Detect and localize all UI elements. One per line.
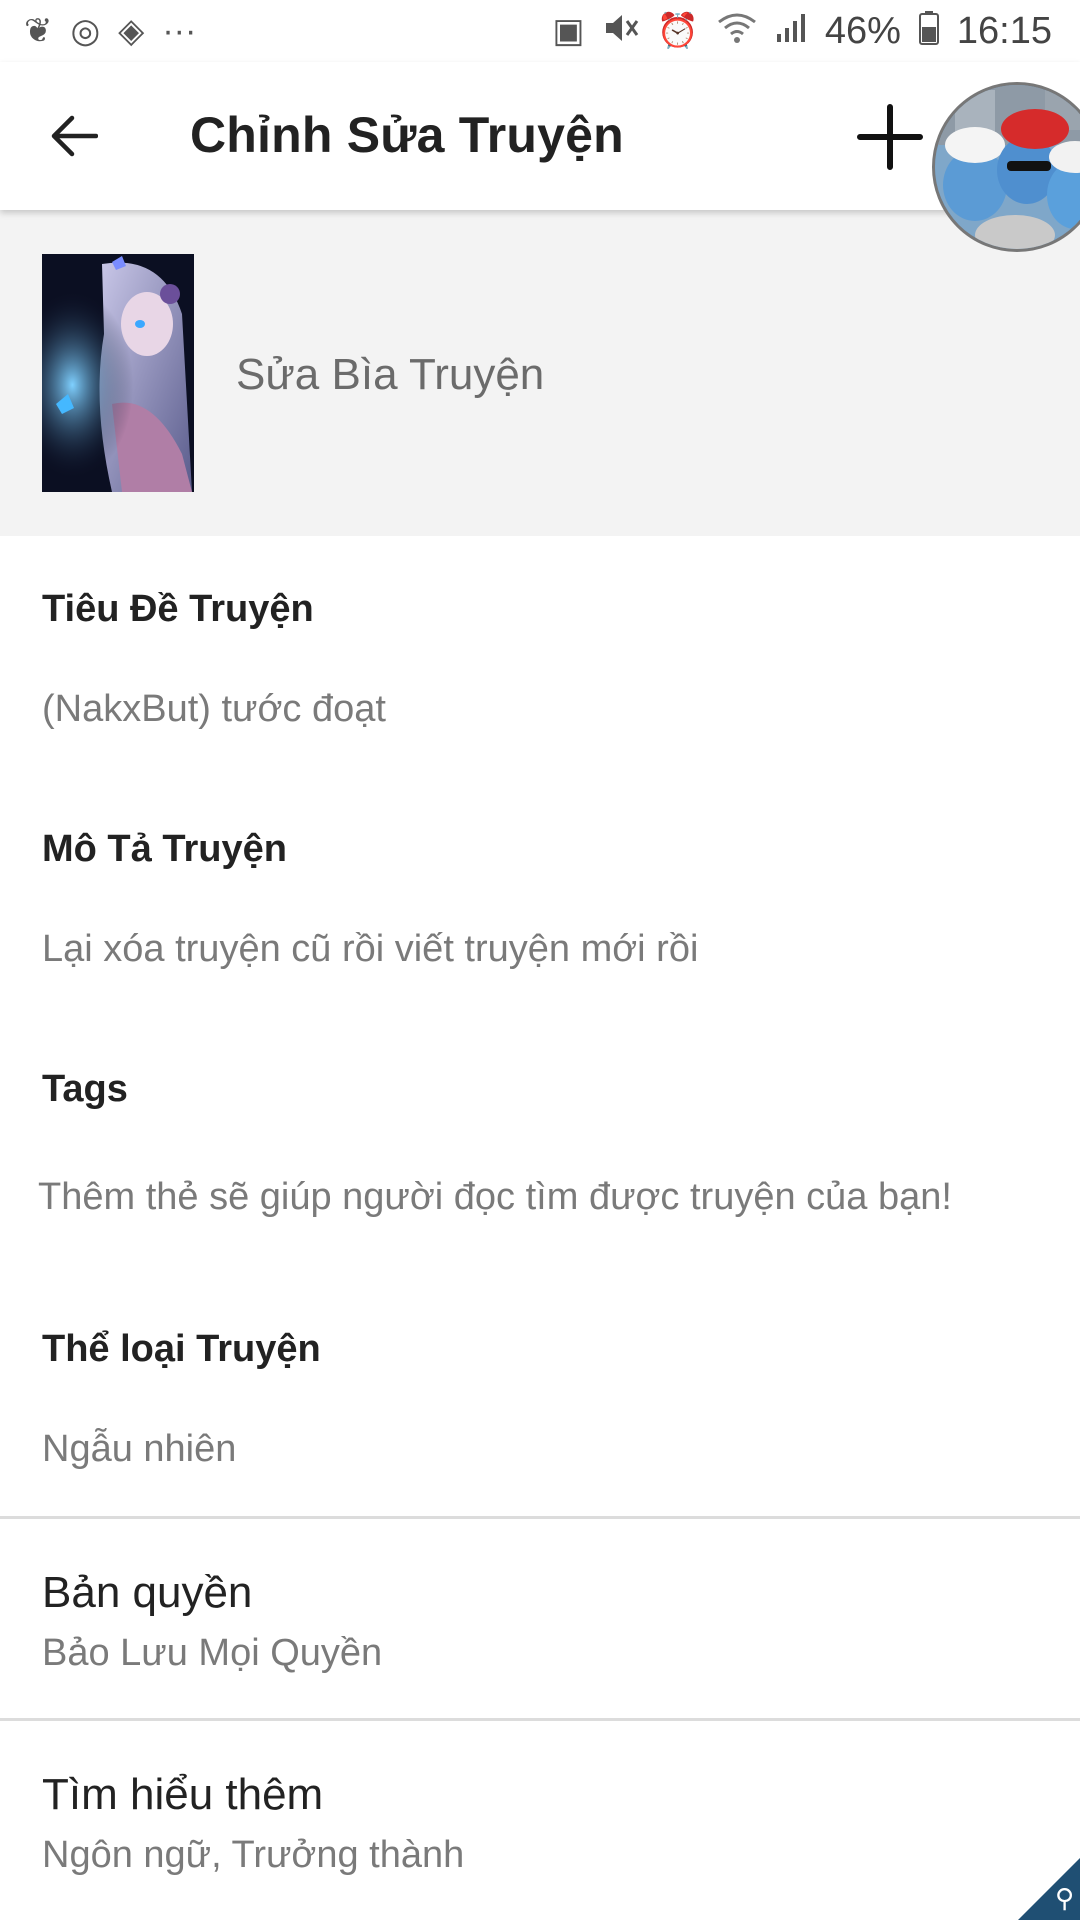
- page-title: Chỉnh Sửa Truyện: [190, 107, 624, 163]
- mute-icon: [603, 11, 639, 51]
- plus-icon: [857, 104, 923, 170]
- copyright-value: Bảo Lưu Mọi Quyền: [42, 1632, 383, 1674]
- edit-story-screen: ❦ ◎ ◈ ··· ▣ ⏰ 46% 16:15 Chỉnh Sửa Truyện…: [0, 0, 1080, 1920]
- status-left: ❦ ◎ ◈ ···: [24, 14, 196, 48]
- clock: 16:15: [956, 9, 1052, 52]
- title-label: Tiêu Đề Truyện: [42, 588, 314, 630]
- arrow-back-icon: [51, 115, 98, 157]
- edit-cover-row[interactable]: Sửa Bìa Truyện: [0, 210, 1080, 536]
- copyright-title: Bản quyền: [42, 1568, 253, 1617]
- divider: [0, 1516, 1080, 1519]
- description-label: Mô Tả Truyện: [42, 828, 287, 870]
- status-bar: ❦ ◎ ◈ ··· ▣ ⏰ 46% 16:15: [0, 0, 1080, 62]
- more-icon: ···: [162, 12, 197, 50]
- genre-field[interactable]: Ngẫu nhiên: [42, 1428, 236, 1471]
- edit-cover-label: Sửa Bìa Truyện: [236, 350, 545, 399]
- battery-saver-icon: ▣: [552, 12, 585, 50]
- learn-more-value: Ngôn ngữ, Trưởng thành: [42, 1834, 465, 1876]
- battery-percent: 46%: [824, 9, 901, 52]
- battery-icon: [918, 11, 939, 51]
- status-right: ▣ ⏰ 46% 16:15: [552, 10, 1052, 53]
- description-field[interactable]: Lại xóa truyện cũ rồi viết truyện mới rồ…: [42, 928, 698, 971]
- title-field[interactable]: (NakxBut) tước đoạt: [42, 688, 386, 731]
- tags-label: Tags: [42, 1068, 128, 1110]
- genre-label: Thể loại Truyện: [42, 1328, 321, 1370]
- wifi-icon: [717, 12, 757, 50]
- story-cover-image: [42, 254, 194, 492]
- tags-field[interactable]: Thêm thẻ sẽ giúp người đọc tìm được truy…: [38, 1176, 952, 1219]
- sync-icon: ◎: [70, 12, 101, 50]
- back-button[interactable]: [44, 106, 104, 166]
- add-button[interactable]: [855, 102, 925, 172]
- app-icon: ◈: [118, 12, 145, 50]
- notification-icon: ❦: [24, 12, 53, 50]
- learn-more-title: Tìm hiểu thêm: [42, 1770, 324, 1819]
- divider: [0, 1718, 1080, 1721]
- alarm-icon: ⏰: [656, 12, 699, 50]
- app-bar: Chỉnh Sửa Truyện: [0, 62, 1080, 210]
- signal-icon: [775, 12, 807, 50]
- key-icon: ⚲: [1054, 1883, 1074, 1913]
